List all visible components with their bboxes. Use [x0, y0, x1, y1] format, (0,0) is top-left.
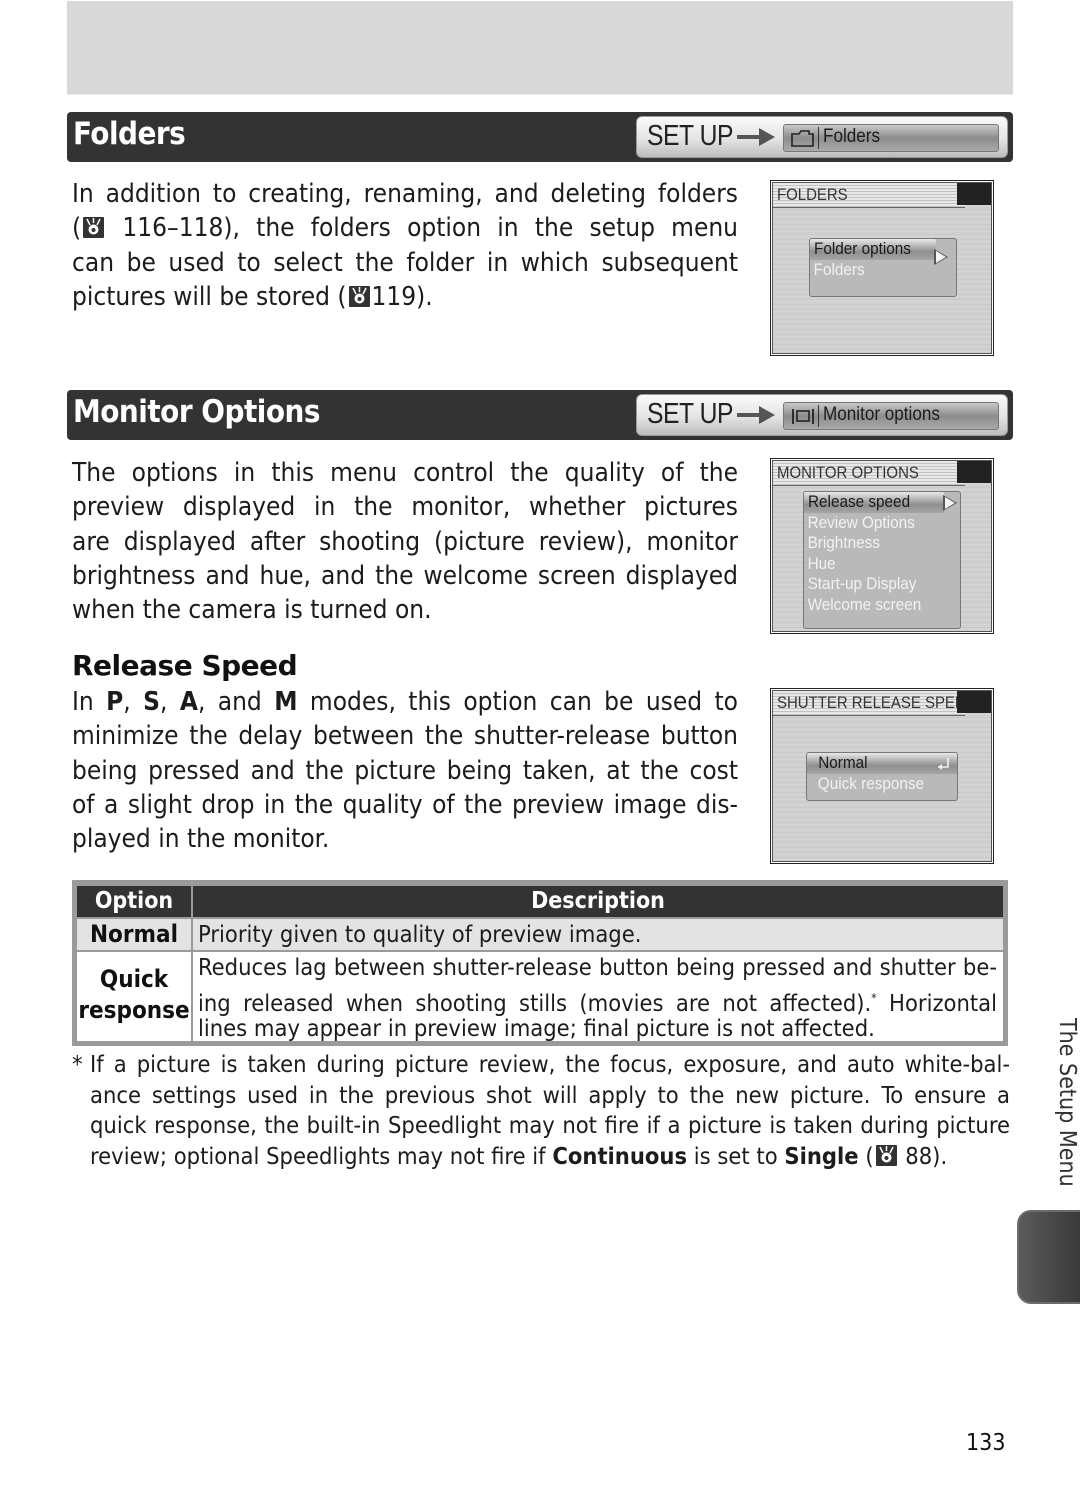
text-line: In addition to creating, renaming, and d…	[72, 179, 738, 209]
page-ref-icon	[83, 217, 105, 239]
page-ref-icon	[348, 285, 370, 307]
monitor-icon	[792, 409, 814, 424]
section-header-monitor-options: Monitor Options SET UP Monitor options	[67, 390, 1013, 440]
menu-breadcrumb: SET UP Folders	[636, 116, 1008, 158]
text-line: brightness and hue, and the welcome scre…	[72, 560, 738, 591]
text-line: If a picture is taken during picture rev…	[90, 1050, 1010, 1078]
text-line: preview displayed in the monitor, whethe…	[72, 492, 738, 523]
breadcrumb-menu: SET UP	[647, 398, 734, 430]
option-name: Normal	[77, 919, 191, 950]
arrow-right-icon	[934, 249, 948, 265]
arrow-right-icon	[737, 128, 775, 146]
arrow-right-icon	[737, 406, 775, 424]
breadcrumb-menu: SET UP	[647, 120, 734, 152]
screen-item-selected[interactable]: Release speed	[804, 492, 944, 513]
camera-screen-release-speed: SHUTTER RELEASE SPEED Normal Quick respo…	[770, 688, 994, 864]
screen-title: FOLDERS	[777, 185, 848, 204]
text-line: ance settings used in the previous shot …	[90, 1080, 1010, 1109]
header-band	[67, 1, 1013, 95]
text-line: are displayed after shooting (picture re…	[72, 526, 738, 557]
camera-screen-monitor-options: MONITOR OPTIONS Release speed Review Opt…	[770, 458, 994, 634]
screen-title: MONITOR OPTIONS	[777, 463, 919, 482]
section-header-folders: Folders SET UP Folders	[67, 112, 1013, 162]
screen-item[interactable]: Hue	[804, 554, 944, 575]
options-table: Option Description Normal Priority given…	[72, 880, 1008, 1046]
text-line: The options in this menu control the qua…	[72, 458, 738, 488]
chapter-tab	[1017, 1210, 1080, 1304]
option-name: Quick response	[77, 952, 191, 1041]
text-line: minimize the delay between the shutter-r…	[72, 721, 738, 752]
text-line: can be used to select the folder in whic…	[72, 247, 738, 278]
folder-icon	[791, 130, 814, 147]
screen-title: SHUTTER RELEASE SPEED	[777, 693, 976, 712]
enter-icon	[938, 758, 949, 770]
option-description: Reduces lag between shutter-release butt…	[193, 952, 1003, 1042]
column-header: Option	[77, 886, 191, 917]
text-line: 119).	[371, 281, 433, 312]
text-line: being pressed and the picture being take…	[72, 755, 738, 786]
screen-item[interactable]: Start-up Display	[804, 574, 944, 595]
text-line: played in the monitor.	[72, 824, 330, 855]
column-header: Description	[193, 886, 1003, 917]
text-line: quick response, the built-in Speedlight …	[90, 1111, 1010, 1139]
footnote-mark: *	[72, 1050, 83, 1078]
breadcrumb-item: Folders	[823, 126, 881, 147]
arrow-right-icon	[943, 495, 957, 511]
page-number: 133	[966, 1430, 1006, 1456]
screen-item[interactable]: Review Options	[804, 513, 944, 534]
section-title: Monitor Options	[73, 394, 320, 430]
screen-item[interactable]: Folders	[810, 260, 941, 281]
page-ref-icon	[875, 1144, 897, 1166]
text-line: pictures will be stored (	[72, 281, 347, 312]
release-speed-body: In P, S, A, and M modes, this option can…	[72, 685, 738, 856]
text-line: 116–118), the folders option in the setu…	[122, 213, 738, 244]
camera-screen-folders: FOLDERS Folder options Folders	[770, 180, 994, 356]
screen-item-selected[interactable]: Folder options	[810, 239, 936, 260]
chapter-side-label: The Setup Menu	[1054, 1018, 1080, 1187]
breadcrumb-item: Monitor options	[823, 404, 940, 425]
text-line: when the camera is turned on.	[72, 595, 432, 626]
screen-item[interactable]: Quick response	[807, 774, 942, 795]
footnote: * If a picture is taken during picture r…	[72, 1050, 1010, 1170]
screen-item[interactable]: Welcome screen	[804, 595, 944, 616]
screen-item[interactable]: Brightness	[804, 533, 944, 554]
menu-breadcrumb: SET UP Monitor options	[636, 394, 1008, 436]
section-title: Folders	[73, 116, 186, 152]
folders-body: In addition to creating, renaming, and d…	[72, 179, 738, 312]
subsection-title: Release Speed	[72, 649, 298, 682]
monitor-options-body: The options in this menu control the qua…	[72, 456, 738, 627]
text-line: of a slight drop in the quality of the p…	[72, 789, 738, 820]
option-description: Priority given to quality of preview ima…	[193, 919, 1003, 950]
